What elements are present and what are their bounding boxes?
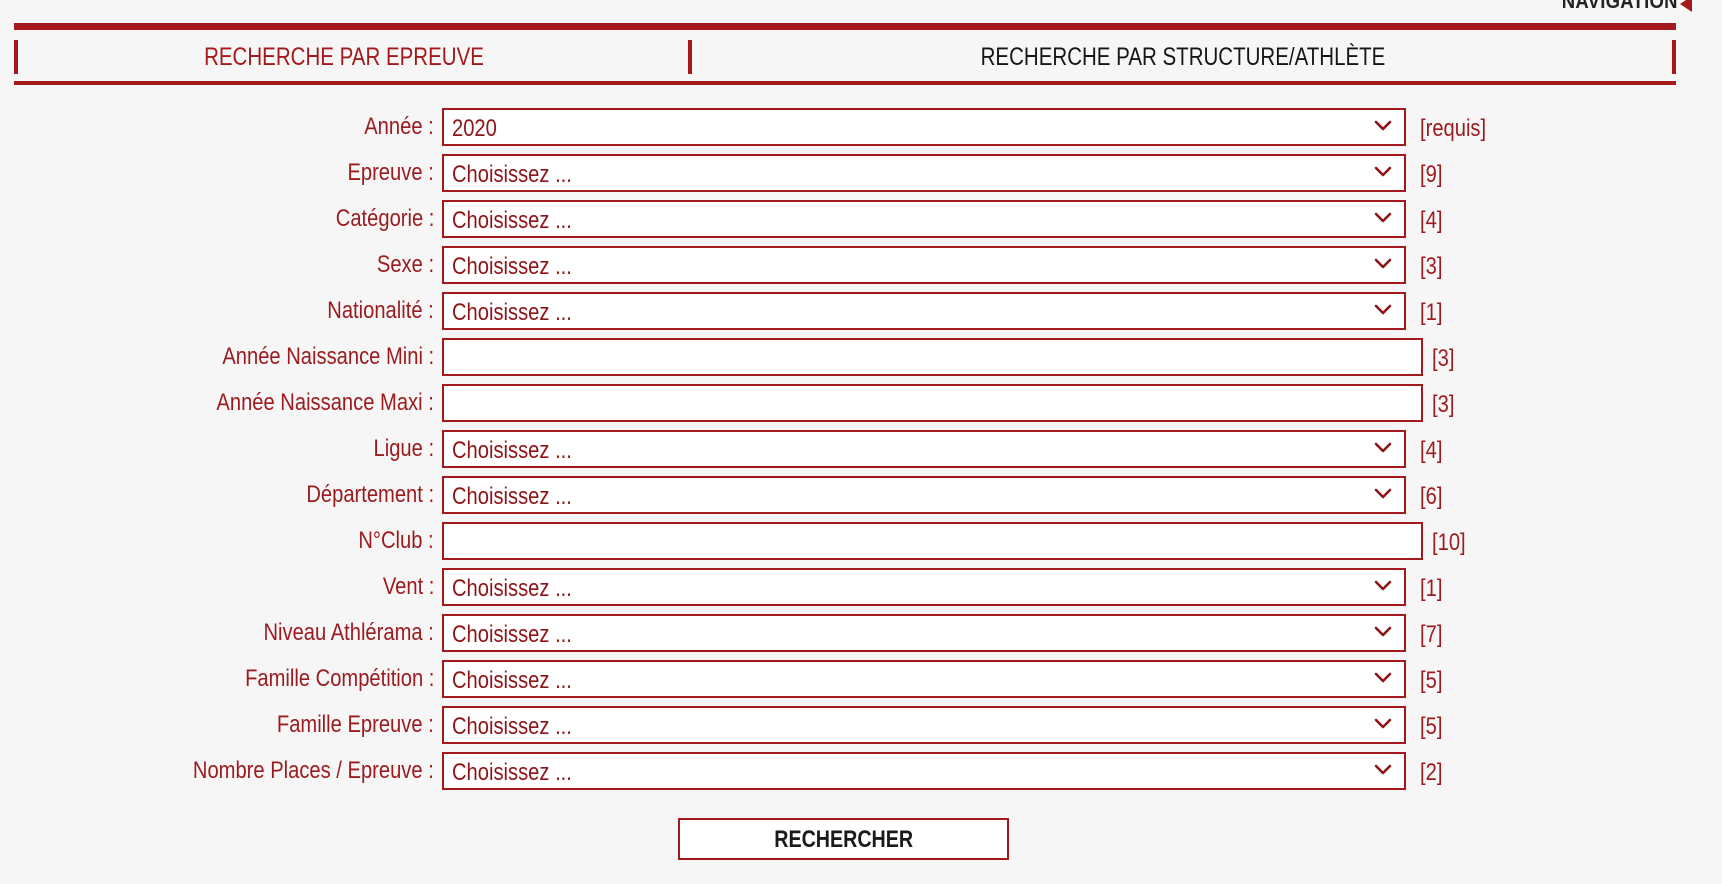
- navigation-link[interactable]: NAVIGATION: [1562, 0, 1678, 14]
- nationalite-selected-value: Choisissez ...: [452, 299, 572, 326]
- departement-selected-value: Choisissez ...: [452, 483, 572, 510]
- famille-epreuve-selected-value: Choisissez ...: [452, 713, 572, 740]
- nombre-places-epreuve-selected-value: Choisissez ...: [452, 759, 572, 786]
- vent-label: Vent :: [382, 573, 434, 600]
- tab-recherche-par-epreuve[interactable]: RECHERCHE PAR EPREUVE: [90, 40, 598, 74]
- sexe-label: Sexe :: [376, 251, 434, 278]
- numero-club-label: N°Club :: [358, 527, 434, 554]
- numero-club-hint: [10]: [1432, 529, 1466, 556]
- famille-competition-select[interactable]: Choisissez ...: [442, 660, 1406, 698]
- departement-hint: [6]: [1420, 483, 1443, 510]
- tab-divider: [1672, 40, 1676, 74]
- annee-naissance-maxi-label: Année Naissance Maxi :: [216, 389, 434, 416]
- nationalite-select[interactable]: Choisissez ...: [442, 292, 1406, 330]
- form-row-annee-naissance-mini: Année Naissance Mini : [3]: [0, 336, 1722, 378]
- ligue-hint: [4]: [1420, 437, 1443, 464]
- nationalite-label: Nationalité :: [327, 297, 434, 324]
- form-row-ligue: Ligue : Choisissez ... [4]: [0, 428, 1722, 470]
- niveau-athlerama-hint: [7]: [1420, 621, 1443, 648]
- form-row-nombre-places-epreuve: Nombre Places / Epreuve : Choisissez ... […: [0, 750, 1722, 792]
- chevron-down-icon: [1374, 120, 1392, 131]
- form-row-nationalite: Nationalité : Choisissez ... [1]: [0, 290, 1722, 332]
- epreuve-label: Epreuve :: [347, 159, 434, 186]
- famille-competition-selected-value: Choisissez ...: [452, 667, 572, 694]
- niveau-athlerama-selected-value: Choisissez ...: [452, 621, 572, 648]
- annee-naissance-mini-input[interactable]: [442, 338, 1423, 376]
- epreuve-selected-value: Choisissez ...: [452, 161, 572, 188]
- top-accent-bar: [14, 23, 1676, 30]
- chevron-down-icon: [1374, 304, 1392, 315]
- rechercher-button-label: RECHERCHER: [774, 826, 913, 853]
- categorie-selected-value: Choisissez ...: [452, 207, 572, 234]
- departement-select[interactable]: Choisissez ...: [442, 476, 1406, 514]
- categorie-label: Catégorie :: [335, 205, 434, 232]
- categorie-select[interactable]: Choisissez ...: [442, 200, 1406, 238]
- nombre-places-epreuve-select[interactable]: Choisissez ...: [442, 752, 1406, 790]
- vent-hint: [1]: [1420, 575, 1443, 602]
- categorie-hint: [4]: [1420, 207, 1443, 234]
- departement-label: Département :: [306, 481, 434, 508]
- sexe-select[interactable]: Choisissez ...: [442, 246, 1406, 284]
- chevron-down-icon: [1374, 672, 1392, 683]
- tab-divider: [14, 40, 18, 74]
- ligue-selected-value: Choisissez ...: [452, 437, 572, 464]
- chevron-down-icon: [1374, 626, 1392, 637]
- form-row-famille-competition: Famille Compétition : Choisissez ... [5]: [0, 658, 1722, 700]
- tabs-bottom-border: [14, 81, 1676, 85]
- form-row-numero-club: N°Club : [10]: [0, 520, 1722, 562]
- annee-selected-value: 2020: [452, 115, 497, 142]
- famille-competition-label: Famille Compétition :: [244, 665, 434, 692]
- chevron-down-icon: [1374, 580, 1392, 591]
- annee-naissance-mini-label: Année Naissance Mini :: [222, 343, 434, 370]
- annee-naissance-maxi-input[interactable]: [442, 384, 1423, 422]
- famille-competition-hint: [5]: [1420, 667, 1443, 694]
- epreuve-select[interactable]: Choisissez ...: [442, 154, 1406, 192]
- form-row-vent: Vent : Choisissez ... [1]: [0, 566, 1722, 608]
- chevron-down-icon: [1374, 718, 1392, 729]
- vent-select[interactable]: Choisissez ...: [442, 568, 1406, 606]
- ligue-label: Ligue :: [373, 435, 434, 462]
- form-row-famille-epreuve: Famille Epreuve : Choisissez ... [5]: [0, 704, 1722, 746]
- chevron-down-icon: [1374, 488, 1392, 499]
- form-row-sexe: Sexe : Choisissez ... [3]: [0, 244, 1722, 286]
- nombre-places-epreuve-hint: [2]: [1420, 759, 1443, 786]
- chevron-down-icon: [1374, 258, 1392, 269]
- chevron-down-icon: [1374, 764, 1392, 775]
- annee-label: Année :: [364, 113, 434, 140]
- chevron-down-icon: [1374, 212, 1392, 223]
- nationalite-hint: [1]: [1420, 299, 1443, 326]
- niveau-athlerama-select[interactable]: Choisissez ...: [442, 614, 1406, 652]
- vent-selected-value: Choisissez ...: [452, 575, 572, 602]
- annee-naissance-mini-hint: [3]: [1432, 345, 1455, 372]
- tab-recherche-par-structure-athlete[interactable]: RECHERCHE PAR STRUCTURE/ATHLÈTE: [790, 40, 1576, 74]
- annee-hint: [requis]: [1420, 115, 1487, 142]
- sexe-hint: [3]: [1420, 253, 1443, 280]
- navigation-arrow-icon[interactable]: [1680, 0, 1692, 12]
- annee-naissance-maxi-hint: [3]: [1432, 391, 1455, 418]
- ligue-select[interactable]: Choisissez ...: [442, 430, 1406, 468]
- numero-club-input[interactable]: [442, 522, 1423, 560]
- tab-divider: [688, 40, 692, 74]
- form-row-epreuve: Epreuve : Choisissez ... [9]: [0, 152, 1722, 194]
- form-row-annee: Année : 2020 [requis]: [0, 106, 1722, 148]
- chevron-down-icon: [1374, 442, 1392, 453]
- nombre-places-epreuve-label: Nombre Places / Epreuve :: [193, 757, 434, 784]
- epreuve-hint: [9]: [1420, 161, 1443, 188]
- famille-epreuve-select[interactable]: Choisissez ...: [442, 706, 1406, 744]
- form-row-departement: Département : Choisissez ... [6]: [0, 474, 1722, 516]
- search-tabs: RECHERCHE PAR EPREUVE RECHERCHE PAR STRU…: [14, 40, 1676, 82]
- niveau-athlerama-label: Niveau Athlérama :: [263, 619, 434, 646]
- annee-select[interactable]: 2020: [442, 108, 1406, 146]
- form-row-niveau-athlerama: Niveau Athlérama : Choisissez ... [7]: [0, 612, 1722, 654]
- rechercher-button[interactable]: RECHERCHER: [678, 818, 1009, 860]
- sexe-selected-value: Choisissez ...: [452, 253, 572, 280]
- chevron-down-icon: [1374, 166, 1392, 177]
- famille-epreuve-hint: [5]: [1420, 713, 1443, 740]
- form-row-annee-naissance-maxi: Année Naissance Maxi : [3]: [0, 382, 1722, 424]
- form-row-categorie: Catégorie : Choisissez ... [4]: [0, 198, 1722, 240]
- famille-epreuve-label: Famille Epreuve :: [277, 711, 434, 738]
